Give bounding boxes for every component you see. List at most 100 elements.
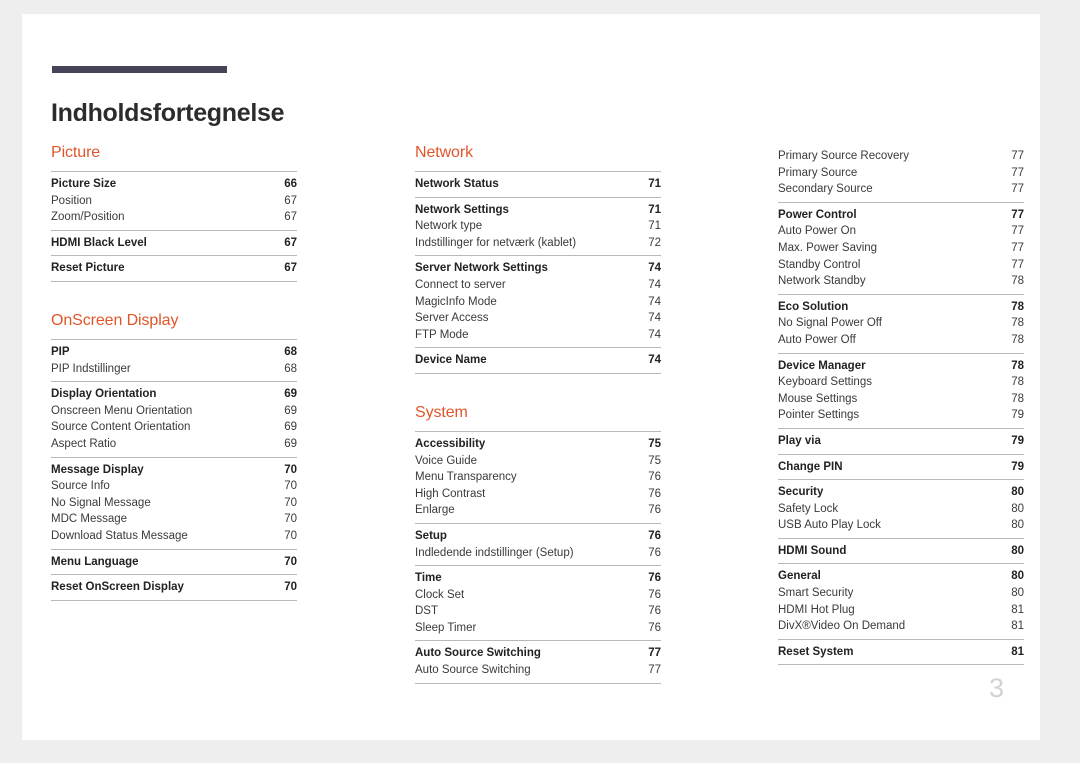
- toc-entry[interactable]: Network Standby 78: [778, 273, 1024, 290]
- toc-entry[interactable]: Source Info 70: [51, 478, 297, 495]
- toc-entry-major[interactable]: Auto Source Switching 77: [415, 645, 661, 662]
- toc-entry[interactable]: Aspect Ratio 69: [51, 436, 297, 453]
- toc-entry-label: Change PIN: [778, 460, 843, 473]
- toc-entry-label: Download Status Message: [51, 529, 188, 542]
- toc-entry[interactable]: Zoom/Position 67: [51, 209, 297, 226]
- toc-entry-page-number: 67: [284, 211, 297, 224]
- toc-entry[interactable]: Voice Guide 75: [415, 453, 661, 470]
- toc-group: Eco Solution 78 No Signal Power Off 78 Auto …: [778, 293, 1024, 353]
- toc-entry[interactable]: FTP Mode 74: [415, 327, 661, 344]
- toc-entry[interactable]: No Signal Message 70: [51, 495, 297, 512]
- toc-entry-page-number: 79: [1011, 460, 1024, 473]
- toc-entry[interactable]: Mouse Settings 78: [778, 391, 1024, 408]
- toc-entry[interactable]: High Contrast 76: [415, 486, 661, 503]
- toc-entry[interactable]: Auto Source Switching 77: [415, 662, 661, 679]
- toc-entry[interactable]: Source Content Orientation 69: [51, 419, 297, 436]
- toc-entry-major[interactable]: Display Orientation 69: [51, 386, 297, 403]
- toc-entry-major[interactable]: Security 80: [778, 484, 1024, 501]
- toc-entry[interactable]: MagicInfo Mode 74: [415, 294, 661, 311]
- toc-group: Server Network Settings 74 Connect to serv…: [415, 255, 661, 347]
- toc-entry-label: PIP: [51, 345, 70, 358]
- toc-entry-major[interactable]: Accessibility 75: [415, 436, 661, 453]
- toc-entry-major[interactable]: PIP 68: [51, 344, 297, 361]
- toc-entry-major[interactable]: Server Network Settings 74: [415, 260, 661, 277]
- toc-entry[interactable]: Keyboard Settings 78: [778, 374, 1024, 391]
- toc-group: Network Settings 71 Network type 71 Indstill…: [415, 196, 661, 256]
- toc-entry-major[interactable]: Menu Language 70: [51, 554, 297, 571]
- toc-entry-major[interactable]: Setup 76: [415, 528, 661, 545]
- toc-entry[interactable]: Clock Set 76: [415, 587, 661, 604]
- toc-entry[interactable]: No Signal Power Off 78: [778, 315, 1024, 332]
- toc-entry-major[interactable]: HDMI Sound 80: [778, 543, 1024, 560]
- toc-entry-page-number: 78: [1011, 333, 1024, 346]
- toc-entry-major[interactable]: Reset System 81: [778, 644, 1024, 661]
- toc-entry[interactable]: Pointer Settings 79: [778, 407, 1024, 424]
- toc-entry[interactable]: Auto Power Off 78: [778, 332, 1024, 349]
- toc-entry-page-number: 79: [1011, 409, 1024, 422]
- toc-entry-major[interactable]: Eco Solution 78: [778, 299, 1024, 316]
- toc-entry[interactable]: DST 76: [415, 603, 661, 620]
- toc-entry[interactable]: Onscreen Menu Orientation 69: [51, 403, 297, 420]
- toc-entry-page-number: 71: [648, 220, 661, 233]
- toc-entry-major[interactable]: HDMI Black Level 67: [51, 235, 297, 252]
- toc-entry-page-number: 67: [284, 194, 297, 207]
- toc-entry[interactable]: USB Auto Play Lock 80: [778, 517, 1024, 534]
- toc-entry[interactable]: Primary Source Recovery 77: [778, 148, 1024, 165]
- toc-entry-major[interactable]: Message Display 70: [51, 462, 297, 479]
- toc-group: Play via 79: [778, 427, 1024, 454]
- toc-entry-page-number: 66: [284, 178, 297, 190]
- toc-entry[interactable]: Standby Control 77: [778, 257, 1024, 274]
- toc-entry-major[interactable]: Network Settings 71: [415, 202, 661, 219]
- toc-entry[interactable]: Indstillinger for netværk (kablet) 72: [415, 235, 661, 252]
- toc-entry[interactable]: MDC Message 70: [51, 511, 297, 528]
- toc-entry-page-number: 70: [284, 581, 297, 594]
- toc-entry-page-number: 76: [648, 588, 661, 601]
- toc-entry[interactable]: HDMI Hot Plug 81: [778, 602, 1024, 619]
- toc-group: Primary Source Recovery 77 Primary Source 7…: [778, 144, 1024, 202]
- toc-entry-label: Security: [778, 486, 824, 499]
- toc-entry[interactable]: Sleep Timer 76: [415, 620, 661, 637]
- toc-entry-major[interactable]: Power Control 77: [778, 207, 1024, 224]
- toc-entry-major[interactable]: Reset OnScreen Display 70: [51, 579, 297, 596]
- toc-entry[interactable]: Safety Lock 80: [778, 501, 1024, 518]
- toc-entry-label: Position: [51, 194, 92, 207]
- toc-entry-major[interactable]: Network Status 71: [415, 176, 661, 193]
- toc-entry-label: Secondary Source: [778, 183, 873, 196]
- toc-entry-page-number: 80: [1011, 519, 1024, 532]
- toc-entry-label: Zoom/Position: [51, 211, 125, 224]
- toc-entry-major[interactable]: Picture Size 66: [51, 176, 297, 193]
- toc-entry[interactable]: Primary Source 77: [778, 165, 1024, 182]
- toc-entry-major[interactable]: Device Name 74: [415, 352, 661, 369]
- toc-entry-major[interactable]: General 80: [778, 568, 1024, 585]
- toc-entry-label: Play via: [778, 434, 821, 447]
- toc-entry[interactable]: Secondary Source 77: [778, 181, 1024, 198]
- toc-entry-page-number: 77: [1011, 225, 1024, 238]
- toc-entry-label: Primary Source Recovery: [778, 150, 910, 162]
- toc-entry-label: Mouse Settings: [778, 392, 858, 405]
- toc-entry[interactable]: Server Access 74: [415, 310, 661, 327]
- toc-entry[interactable]: Max. Power Saving 77: [778, 240, 1024, 257]
- toc-group: Picture Size 66 Position 67 Zoom/Position 67: [51, 171, 297, 230]
- toc-group: Change PIN 79: [778, 453, 1024, 480]
- toc-entry[interactable]: PIP Indstillinger 68: [51, 361, 297, 378]
- toc-entry[interactable]: Connect to server 74: [415, 277, 661, 294]
- toc-entry-major[interactable]: Change PIN 79: [778, 459, 1024, 476]
- toc-entry[interactable]: Indledende indstillinger (Setup) 76: [415, 545, 661, 562]
- toc-entry[interactable]: Menu Transparency 76: [415, 469, 661, 486]
- toc-entry-major[interactable]: Reset Picture 67: [51, 260, 297, 277]
- toc-entry[interactable]: Position 67: [51, 193, 297, 210]
- toc-entry-page-number: 77: [1011, 183, 1024, 196]
- toc-group: PIP 68 PIP Indstillinger 68: [51, 338, 297, 381]
- toc-entry[interactable]: Smart Security 80: [778, 585, 1024, 602]
- toc-column-1: Picture Picture Size 66 Position 67 Zoom/Posi…: [51, 144, 297, 601]
- toc-entry[interactable]: Network type 71: [415, 218, 661, 235]
- toc-entry-label: Eco Solution: [778, 300, 849, 313]
- toc-entry-major[interactable]: Device Manager 78: [778, 358, 1024, 375]
- toc-entry-page-number: 72: [648, 236, 661, 249]
- toc-entry-major[interactable]: Time 76: [415, 570, 661, 587]
- toc-entry[interactable]: Download Status Message 70: [51, 528, 297, 545]
- toc-entry-major[interactable]: Play via 79: [778, 433, 1024, 450]
- toc-entry[interactable]: Auto Power On 77: [778, 223, 1024, 240]
- toc-entry[interactable]: Enlarge 76: [415, 502, 661, 519]
- toc-entry[interactable]: DivX®Video On Demand 81: [778, 618, 1024, 635]
